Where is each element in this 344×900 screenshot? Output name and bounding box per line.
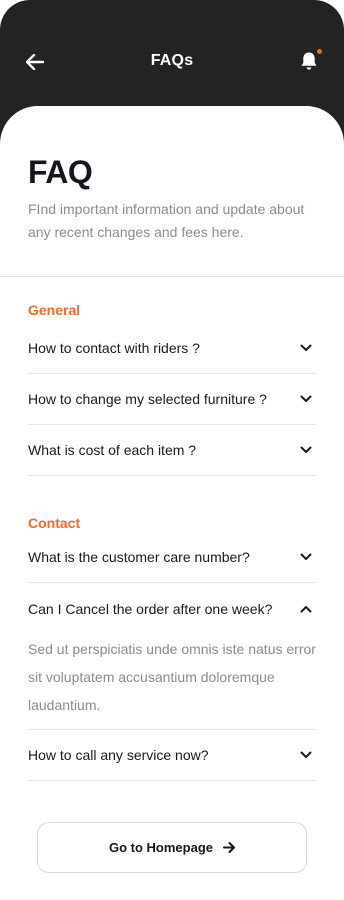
faq-item[interactable]: What is the customer care number?	[28, 532, 316, 583]
faq-item[interactable]: What is cost of each item ?	[28, 425, 316, 476]
divider	[0, 276, 344, 277]
faq-question: What is cost of each item ?	[28, 442, 197, 458]
faq-question: Can I Cancel the order after one week?	[28, 600, 273, 617]
faq-item-expanded[interactable]: Can I Cancel the order after one week?	[28, 583, 316, 634]
page-title: FAQ	[28, 154, 93, 190]
notification-dot	[317, 49, 322, 54]
phone-frame: FAQs FAQ FInd important information and …	[0, 0, 344, 900]
content-sheet: FAQ FInd important information and updat…	[0, 106, 344, 900]
bell-icon	[301, 52, 317, 70]
go-to-homepage-button[interactable]: Go to Homepage	[37, 822, 307, 873]
faq-item[interactable]: How to change my selected furniture ?	[28, 374, 316, 425]
faq-answer: Sed ut perspiciatis unde omnis iste natu…	[28, 641, 316, 713]
faq-question: What is the customer care number?	[28, 549, 250, 565]
button-label: Go to Homepage	[108, 840, 213, 855]
section-label-general: General	[28, 302, 81, 318]
faq-item[interactable]: How to contact with riders ?	[28, 323, 316, 374]
faq-question: How to contact with riders ?	[28, 340, 200, 356]
chevron-down-icon	[299, 550, 313, 564]
chevron-down-icon	[299, 748, 313, 762]
notification-button[interactable]	[298, 49, 322, 73]
chevron-down-icon	[299, 443, 313, 457]
faq-item[interactable]: How to call any service now?	[28, 730, 316, 781]
faq-question: How to call any service now?	[28, 747, 209, 763]
chevron-up-icon	[299, 602, 313, 616]
arrow-right-icon	[223, 842, 235, 853]
section-label-contact: Contact	[28, 515, 81, 531]
page-subtitle: FInd important information and update ab…	[28, 201, 305, 240]
chevron-down-icon	[299, 341, 313, 355]
header-title: FAQs	[150, 52, 194, 69]
chevron-down-icon	[299, 392, 313, 406]
faq-question: How to change my selected furniture ?	[28, 391, 267, 407]
